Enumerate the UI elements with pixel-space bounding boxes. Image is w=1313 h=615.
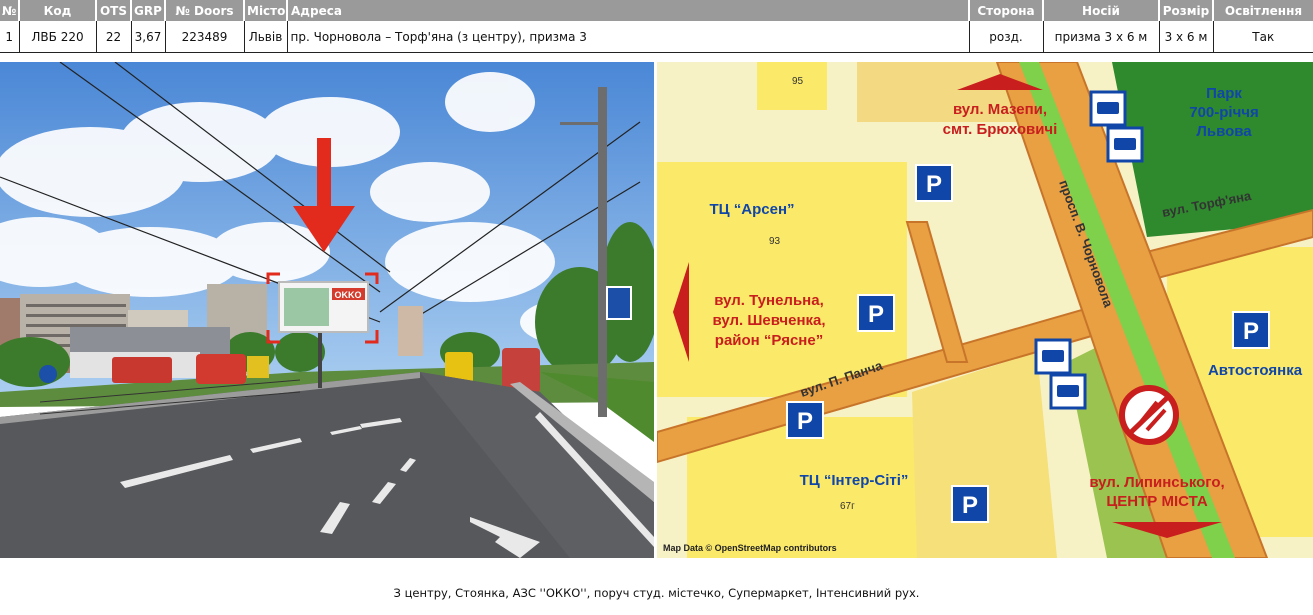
header-code: Код <box>19 0 97 21</box>
svg-text:P: P <box>868 301 884 328</box>
header-address: Адреса <box>287 0 970 21</box>
map-label-avtostoyanka: Автостоянка <box>1208 362 1303 379</box>
header-side: Сторона <box>969 0 1044 21</box>
header-carrier: Носій <box>1043 0 1160 21</box>
map-label-lypynskoho-line1: вул. Липинського, <box>1089 474 1224 491</box>
table-row: 1 ЛВБ 220 22 3,67 223489 Львів пр. Чорно… <box>0 21 1313 53</box>
street-photo: OKKO <box>0 62 654 558</box>
map-label-mazepy-line1: вул. Мазепи, <box>953 101 1047 118</box>
svg-text:P: P <box>926 171 942 198</box>
cell-carrier: призма 3 х 6 м <box>1043 21 1160 53</box>
street-photo-illustration: OKKO <box>0 62 654 558</box>
cell-doors: 223489 <box>165 21 245 53</box>
cell-lighting: Так <box>1213 21 1313 53</box>
map-label-inter-num: 67г <box>840 501 855 512</box>
header-num: № <box>0 0 20 21</box>
parking-icon: P <box>786 401 824 439</box>
map-label-park-line2: 700-річчя <box>1189 104 1259 121</box>
cell-side: розд. <box>969 21 1044 53</box>
cell-code: ЛВБ 220 <box>19 21 97 53</box>
parking-icon: P <box>1232 311 1270 349</box>
location-map: 95 93 67г вул. П. Панча вул. Торф'яна пр… <box>657 62 1313 558</box>
header-lighting: Освітлення <box>1213 0 1313 21</box>
header-ots: OTS <box>96 0 132 21</box>
map-label-inter-city: ТЦ “Інтер-Сіті” <box>800 472 909 489</box>
map-credit: Map Data © OpenStreetMap contributors <box>663 543 837 553</box>
map-illustration: 95 93 67г вул. П. Панча вул. Торф'яна пр… <box>657 62 1313 558</box>
map-label-arsen-num: 93 <box>769 236 781 247</box>
billboard-brand-text: OKKO <box>335 290 362 300</box>
map-label-tunelna-line2: вул. Шевченка, <box>712 312 825 329</box>
header-size: Розмір <box>1159 0 1214 21</box>
info-table: № Код OTS GRP № Doors Місто Адреса Сторо… <box>0 0 1313 53</box>
header-city: Місто <box>244 0 288 21</box>
cell-ots: 22 <box>96 21 132 53</box>
map-label-95: 95 <box>792 76 804 87</box>
cell-address: пр. Чорновола – Торф'яна (з центру), при… <box>287 21 970 53</box>
header-grp: GRP <box>131 0 166 21</box>
header-doors: № Doors <box>165 0 245 21</box>
parking-icon: P <box>915 164 953 202</box>
parking-icon: P <box>951 485 989 523</box>
cell-city: Львів <box>244 21 288 53</box>
map-label-tunelna-line3: район “Рясне” <box>715 332 823 349</box>
no-turn-sign-icon <box>1119 385 1179 445</box>
svg-text:P: P <box>962 492 978 519</box>
cell-num: 1 <box>0 21 20 53</box>
map-label-park-line3: Львова <box>1196 123 1252 140</box>
map-label-tunelna-line1: вул. Тунельна, <box>714 292 824 309</box>
table-header-row: № Код OTS GRP № Doors Місто Адреса Сторо… <box>0 0 1313 21</box>
svg-text:P: P <box>1243 318 1259 345</box>
cell-grp: 3,67 <box>131 21 166 53</box>
map-label-mazepy-line2: смт. Брюховичі <box>943 121 1058 138</box>
map-label-arsen: ТЦ “Арсен” <box>709 201 794 218</box>
cell-size: 3 х 6 м <box>1159 21 1214 53</box>
svg-text:P: P <box>797 408 813 435</box>
location-description: З центру, Стоянка, АЗС ''ОККО'', поруч с… <box>393 586 920 600</box>
map-label-lypynskoho-line2: ЦЕНТР МІСТА <box>1106 493 1207 510</box>
map-label-park-line1: Парк <box>1206 85 1242 102</box>
parking-icon: P <box>857 294 895 332</box>
